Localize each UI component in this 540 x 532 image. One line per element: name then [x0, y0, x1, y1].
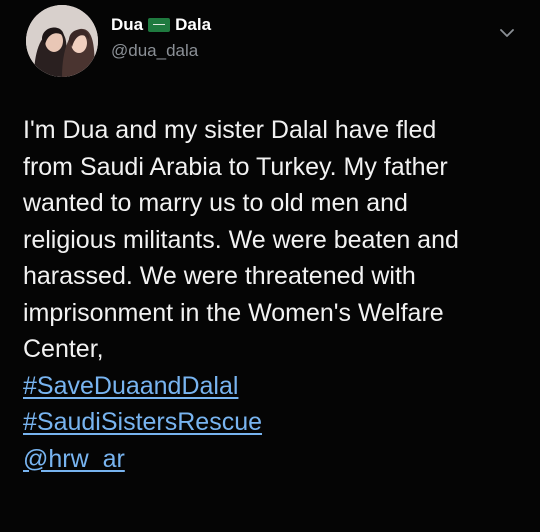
tweet-line: wanted to marry us to old men and: [23, 189, 408, 217]
saudi-flag-icon: [148, 18, 171, 32]
tweet-line: I'm Dua and my sister Dalal have fled: [23, 116, 437, 144]
tweet-line: religious militants. We were beaten and: [23, 225, 459, 254]
mention-link[interactable]: @hrw_ar: [23, 445, 125, 473]
tweet-line: harassed. We were threatened with: [23, 262, 416, 290]
tweet-card: Dua Dala @dua_dala I'm Dua and my sister…: [0, 0, 540, 532]
hashtag-link[interactable]: #SaudiSistersRescue: [23, 408, 262, 436]
author-name-second: Dala: [175, 15, 212, 34]
author-name[interactable]: Dua Dala: [111, 14, 211, 36]
hashtag-link[interactable]: #SaveDuaandDalal: [23, 372, 238, 400]
author-name-first: Dua: [111, 15, 144, 34]
tweet-line: from Saudi Arabia to Turkey. My father: [23, 152, 448, 181]
author-handle[interactable]: @dua_dala: [111, 41, 198, 61]
chevron-down-icon[interactable]: [498, 24, 516, 42]
avatar[interactable]: [26, 5, 98, 77]
tweet-text: I'm Dua and my sister Dalal have fled fr…: [23, 112, 523, 477]
tweet-line: imprisonment in the Women's Welfare: [23, 298, 444, 327]
tweet-line: Center,: [23, 335, 104, 363]
